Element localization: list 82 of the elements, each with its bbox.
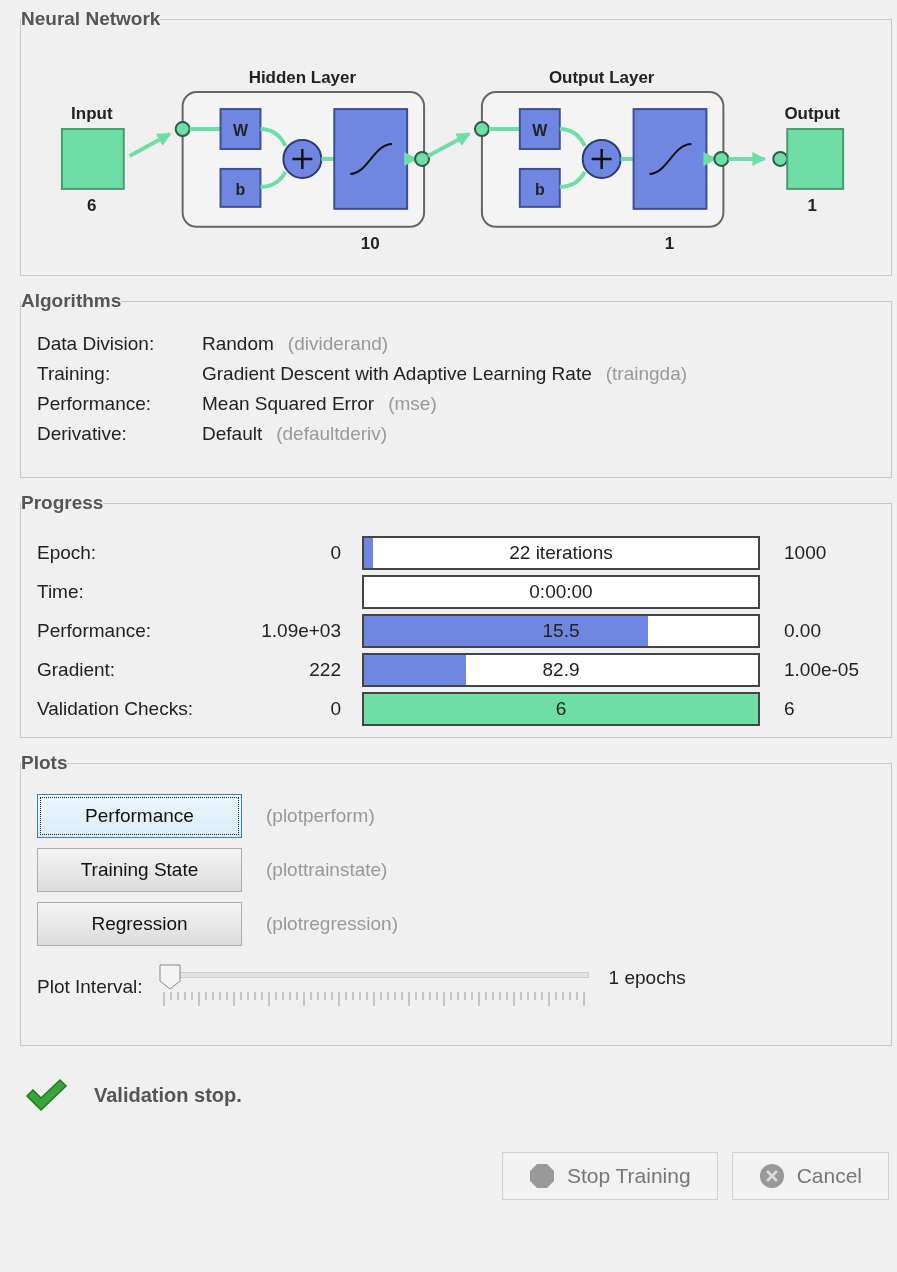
sum-icon [282, 139, 323, 179]
progress-bar: 22 iterations [362, 536, 760, 570]
node-circle [414, 151, 431, 167]
stop-icon [528, 1163, 555, 1189]
field-value: Mean Squared Error [202, 392, 375, 416]
node-circle [713, 151, 730, 167]
connector-line [321, 156, 335, 161]
cancel-icon [758, 1163, 785, 1189]
function-name: (plotregression) [266, 913, 398, 935]
field-value: Default [202, 422, 263, 446]
bias-block [219, 167, 262, 208]
input-node [60, 128, 125, 190]
bias-label: b [534, 180, 545, 198]
start-value: 222 [308, 659, 342, 681]
connector-arrow [427, 132, 471, 158]
function-name: (plottrainstate) [266, 859, 388, 881]
progress-bar: 82.9 [362, 653, 760, 687]
output-node [786, 128, 845, 190]
end-value: 0.00 [783, 620, 822, 642]
field-label: Performance: [37, 392, 153, 416]
sum-icon [581, 139, 622, 179]
progress-bar: 15.5 [362, 614, 760, 648]
node-circle [174, 121, 191, 137]
connector-line [488, 127, 520, 132]
field-label: Time: [37, 581, 85, 603]
connector-line [559, 127, 587, 147]
plot-button[interactable]: Training State [37, 848, 242, 892]
connector-line [189, 127, 221, 132]
bias-label: b [235, 180, 246, 198]
connector-arrow [128, 132, 172, 158]
size-label: 6 [87, 195, 97, 215]
group-title: Algorithms [21, 290, 122, 312]
connector-line [559, 170, 587, 189]
layer-title: Hidden Layer [248, 68, 357, 88]
field-label: Derivative: [37, 422, 128, 446]
connector-line [260, 127, 288, 147]
weight-block [219, 108, 262, 150]
size-label: 10 [360, 233, 380, 253]
connector-line [620, 156, 634, 161]
bias-block [518, 167, 561, 208]
size-label: 1 [807, 195, 817, 215]
field-label: Plot Interval: [37, 976, 143, 998]
connector-line [260, 170, 288, 189]
weight-label: W [532, 122, 548, 139]
field-label: Epoch: [37, 542, 98, 564]
plot-button[interactable]: Regression [37, 902, 242, 946]
slider-thumb[interactable] [158, 964, 181, 990]
check-icon [24, 1078, 68, 1112]
status-message: Validation stop. [94, 1083, 242, 1107]
node-circle [772, 151, 789, 167]
function-name: (traingda) [605, 362, 688, 386]
weight-label: W [232, 122, 249, 139]
plot-button[interactable]: Performance [37, 794, 242, 838]
interval-value: 1 epochs [608, 967, 686, 989]
connector-arrow [728, 152, 767, 166]
group-title: Progress [21, 492, 104, 514]
weight-block [518, 108, 561, 150]
end-value: 1000 [783, 542, 828, 564]
node-circle [473, 121, 490, 137]
start-value: 0 [329, 542, 342, 564]
function-name: (defaultderiv) [276, 422, 388, 446]
layer-title: Output Layer [548, 68, 655, 88]
start-value: 1.09e+03 [260, 620, 342, 642]
start-value: 0 [329, 698, 342, 720]
end-value: 6 [783, 698, 796, 720]
field-label: Training: [37, 362, 112, 386]
size-label: 1 [664, 233, 675, 253]
field-label: Gradient: [37, 659, 117, 681]
progress-bar: 6 [362, 692, 760, 726]
group-title: Neural Network [21, 8, 161, 30]
function-name: (plotperform) [266, 805, 375, 827]
field-label: Performance: [37, 620, 153, 642]
function-name: (mse) [388, 392, 437, 416]
function-name: (dividerand) [287, 332, 389, 356]
field-label: Validation Checks: [37, 698, 194, 720]
field-value: Gradient Descent with Adaptive Learning Rate [202, 362, 592, 386]
end-value: 1.00e-05 [783, 659, 860, 681]
field-label: Data Division: [37, 332, 156, 356]
node-label: Output [784, 104, 840, 124]
node-label: Input [71, 104, 113, 124]
group-title: Plots [21, 752, 68, 774]
field-value: Random [202, 332, 274, 356]
